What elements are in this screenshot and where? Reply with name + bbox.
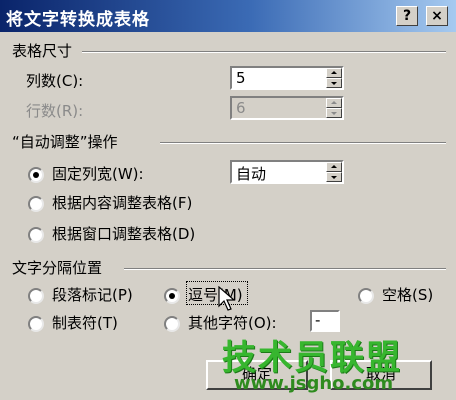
columns-value: 5	[236, 69, 246, 87]
autofit-group-title: “自动调整”操作	[12, 133, 118, 151]
rows-value: 6	[236, 99, 246, 117]
fixed-width-radio[interactable]	[28, 167, 44, 183]
rows-spinner: 6	[230, 96, 344, 120]
columns-up-arrow-icon[interactable]	[326, 68, 342, 78]
columns-spinner[interactable]: 5	[230, 66, 344, 90]
paragraph-mark-radio[interactable]	[28, 288, 44, 304]
rows-up-arrow-icon	[326, 98, 342, 108]
fit-content-radio[interactable]	[28, 196, 44, 212]
mouse-pointer-icon	[218, 286, 236, 311]
other-char-radio[interactable]	[164, 316, 180, 332]
columns-down-arrow-icon[interactable]	[326, 78, 342, 88]
watermark-url: www.jsgho.com	[234, 373, 394, 394]
fit-window-label[interactable]: 根据窗口调整表格(D)	[52, 223, 195, 244]
watermark-site-name: 技术员联盟	[222, 338, 402, 378]
close-button[interactable]: ×	[426, 6, 448, 26]
paragraph-mark-label[interactable]: 段落标记(P)	[52, 284, 133, 305]
rows-label: 行数(R):	[26, 102, 84, 120]
group-divider	[160, 142, 446, 144]
dialog-title: 将文字转换成表格	[6, 10, 150, 30]
help-button[interactable]: ?	[396, 6, 418, 26]
rows-down-arrow-icon	[326, 108, 342, 118]
table-size-group-title: 表格尺寸	[12, 42, 73, 60]
fixed-width-label[interactable]: 固定列宽(W):	[52, 163, 144, 184]
separator-group-title: 文字分隔位置	[12, 259, 103, 277]
fit-window-radio[interactable]	[28, 227, 44, 243]
space-radio[interactable]	[358, 288, 374, 304]
tab-radio[interactable]	[28, 316, 44, 332]
fixed-width-spinner[interactable]: 自动	[230, 160, 344, 184]
other-char-input[interactable]: -	[310, 310, 340, 332]
group-divider	[124, 268, 446, 270]
title-bar[interactable]: 将文字转换成表格 ? ×	[0, 0, 456, 32]
fixed-width-up-arrow-icon[interactable]	[326, 162, 342, 172]
fit-content-label[interactable]: 根据内容调整表格(F)	[52, 192, 192, 213]
tab-label[interactable]: 制表符(T)	[52, 312, 118, 333]
fixed-width-down-arrow-icon[interactable]	[326, 172, 342, 182]
space-label[interactable]: 空格(S)	[382, 284, 433, 305]
fixed-width-value: 自动	[236, 165, 267, 183]
group-divider	[82, 51, 446, 53]
comma-radio[interactable]	[164, 288, 180, 304]
columns-label: 列数(C):	[26, 72, 84, 90]
